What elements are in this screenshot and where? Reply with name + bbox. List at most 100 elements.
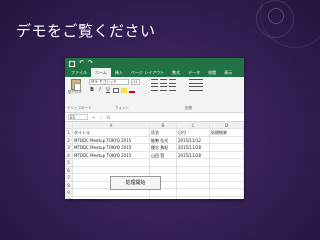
tab-view[interactable]: 表示 — [220, 68, 236, 77]
table-cell[interactable] — [177, 159, 210, 166]
align-top-icon[interactable] — [151, 79, 158, 84]
tab-home[interactable]: ホーム — [91, 68, 111, 77]
insert-function-icon[interactable]: fx — [107, 115, 111, 120]
align-center-icon[interactable] — [160, 86, 167, 91]
row-header[interactable]: 8 — [65, 181, 73, 188]
font-color-icon[interactable] — [129, 88, 135, 93]
name-box[interactable]: E5 — [68, 114, 88, 120]
ribbon-tabs: ファイル ホーム 挿入 ページ レイアウト 数式 データ 校閲 表示 — [65, 68, 244, 77]
table-cell[interactable]: 2015/11/28 — [177, 144, 210, 151]
row-header[interactable]: 5 — [65, 159, 73, 166]
table-cell[interactable]: 氏名 — [150, 129, 177, 136]
tab-formulas[interactable]: 数式 — [168, 68, 184, 77]
ribbon-group-labels: クリップボード フォント 配置 — [65, 106, 244, 111]
row-header[interactable]: 6 — [65, 166, 73, 173]
row-header[interactable]: 3 — [65, 144, 73, 151]
table-cell[interactable] — [210, 159, 244, 166]
tab-review[interactable]: 校閲 — [204, 68, 220, 77]
clipboard-icon — [71, 79, 81, 91]
paste-button[interactable]: 貼り付け — [68, 79, 84, 95]
table-cell[interactable]: 2015/11/28 — [177, 151, 210, 158]
table-cell[interactable] — [177, 189, 210, 196]
font-size-select[interactable]: 11 — [131, 79, 140, 85]
table-cell[interactable] — [210, 166, 244, 173]
redo-icon[interactable]: ↷ — [88, 59, 93, 67]
bold-button[interactable]: B — [89, 87, 95, 93]
cancel-icon[interactable]: × — [92, 115, 95, 120]
table-cell[interactable] — [210, 174, 244, 181]
table-cell[interactable] — [177, 166, 210, 173]
table-cell[interactable] — [150, 166, 177, 173]
table-cell[interactable] — [177, 174, 210, 181]
table-row: 2 MTDDC Meetup TOKYO 2015 能勢 弘光 2015/11/… — [65, 136, 244, 144]
table-cell[interactable] — [73, 196, 150, 199]
tab-insert[interactable]: 挿入 — [111, 68, 127, 77]
column-header[interactable]: B — [150, 122, 177, 128]
fill-color-icon[interactable] — [121, 87, 127, 93]
table-cell[interactable]: タイトル — [73, 129, 150, 136]
column-header-row: A B C D — [65, 122, 244, 129]
table-cell[interactable] — [177, 196, 210, 199]
merge-center-icon[interactable] — [189, 86, 203, 91]
table-cell[interactable] — [210, 151, 244, 158]
table-cell[interactable] — [210, 136, 244, 143]
row-header[interactable]: 2 — [65, 136, 73, 143]
table-cell[interactable] — [73, 166, 150, 173]
column-header[interactable]: D — [210, 122, 244, 128]
table-cell[interactable]: 山田 賢 — [150, 151, 177, 158]
table-cell[interactable] — [210, 196, 244, 199]
tab-page-layout[interactable]: ページ レイアウト — [127, 68, 168, 77]
font-group: ＭＳ Ｐゴシック 11 B I U — [89, 79, 140, 95]
table-cell[interactable]: 櫻谷 勇紀 — [150, 144, 177, 151]
align-right-icon[interactable] — [169, 86, 176, 91]
table-cell[interactable] — [210, 144, 244, 151]
italic-button[interactable]: I — [97, 87, 103, 93]
enter-icon[interactable]: ✓ — [99, 115, 102, 120]
font-name-select[interactable]: ＭＳ Ｐゴシック — [89, 79, 129, 85]
table-cell[interactable]: 能勢 弘光 — [150, 136, 177, 143]
formula-bar: E5 × ✓ fx — [65, 113, 244, 122]
alignment-group-label: 配置 — [185, 106, 192, 110]
alignment-group — [151, 79, 176, 93]
table-cell[interactable] — [177, 181, 210, 188]
table-row: 3 MTDDC Meetup TOKYO 2015 櫻谷 勇紀 2015/11/… — [65, 144, 244, 152]
column-header[interactable]: C — [177, 122, 210, 128]
table-row: 5 — [65, 159, 244, 167]
table-cell[interactable] — [210, 189, 244, 196]
row-header[interactable]: 7 — [65, 174, 73, 181]
table-cell[interactable]: MTDDC Meetup TOKYO 2015 — [73, 136, 150, 143]
quick-access-toolbar: ↶ ↷ — [69, 59, 93, 67]
table-cell[interactable] — [150, 196, 177, 199]
align-middle-icon[interactable] — [160, 79, 167, 84]
undo-icon[interactable]: ↶ — [79, 59, 84, 67]
border-icon[interactable] — [113, 87, 119, 93]
underline-button[interactable]: U — [105, 87, 111, 93]
table-row: 10 — [65, 196, 244, 199]
select-all-corner[interactable] — [65, 122, 73, 128]
wrap-text-icon[interactable] — [189, 79, 203, 84]
table-cell[interactable] — [150, 159, 177, 166]
tab-file[interactable]: ファイル — [67, 68, 91, 77]
table-cell[interactable] — [73, 159, 150, 166]
table-row: 6 — [65, 166, 244, 174]
decorative-ring-inner — [268, 8, 284, 24]
row-header[interactable]: 4 — [65, 151, 73, 158]
table-row: 1 タイトル 氏名 日付 処理結果 — [65, 129, 244, 137]
align-bottom-icon[interactable] — [169, 79, 176, 84]
table-cell[interactable]: MTDDC Meetup TOKYO 2015 — [73, 151, 150, 158]
clipboard-group-label: クリップボード — [67, 106, 92, 110]
ribbon: 貼り付け ＭＳ Ｐゴシック 11 B I U クリップボード フォント 配置 — [65, 77, 244, 113]
start-processing-button[interactable]: 処理開始 — [110, 176, 161, 190]
table-cell[interactable]: 2015/11/12 — [177, 136, 210, 143]
column-header[interactable]: A — [73, 122, 150, 128]
save-icon[interactable] — [69, 60, 75, 67]
table-cell[interactable] — [210, 181, 244, 188]
align-left-icon[interactable] — [151, 86, 158, 91]
table-cell[interactable]: 処理結果 — [210, 129, 244, 136]
table-cell[interactable]: 日付 — [177, 129, 210, 136]
tab-data[interactable]: データ — [184, 68, 204, 77]
row-header[interactable]: 10 — [65, 196, 73, 199]
row-header[interactable]: 9 — [65, 189, 73, 196]
table-cell[interactable]: MTDDC Meetup TOKYO 2015 — [73, 144, 150, 151]
row-header[interactable]: 1 — [65, 129, 73, 136]
